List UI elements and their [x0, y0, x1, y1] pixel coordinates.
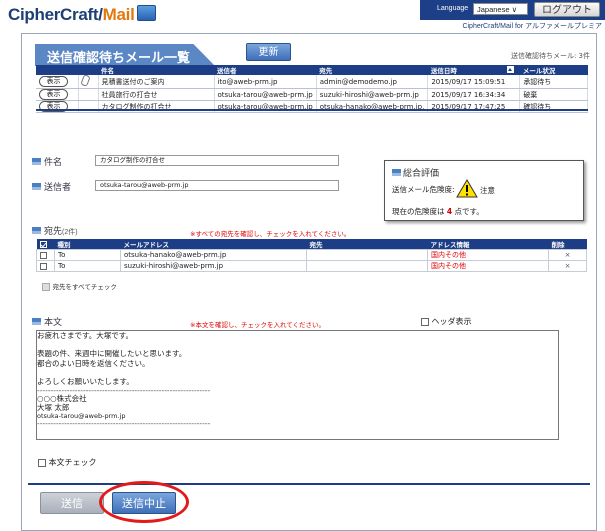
list-title: 送信確認待ちメール一覧 [47, 50, 191, 65]
col-type: 種別 [54, 239, 121, 250]
col-attach [78, 65, 98, 75]
paperclip-icon [79, 75, 91, 87]
row-status: 承認待ち [519, 75, 588, 89]
view-button[interactable]: 表示 [39, 76, 68, 87]
col-email: メールアドレス [120, 239, 307, 250]
body-line: 都合のよい日時を返信ください。 [37, 359, 150, 368]
sort-icon[interactable] [506, 65, 514, 73]
app-logo: CipherCraft/Mail [8, 5, 156, 25]
body-line: お疲れさまです。大塚です。 [37, 331, 133, 340]
view-button[interactable]: 表示 [39, 89, 68, 100]
check-all-checkbox[interactable] [42, 282, 50, 291]
evaluation-title: 総合評価 [403, 169, 440, 179]
table-row[interactable]: 表示 見積書送付のご案内 ito@aweb-prm.jp admin@demod… [36, 75, 588, 89]
table-row[interactable]: 表示 社員旅行の打合せ otsuka-tarou@aweb-prm.jp suz… [36, 88, 588, 101]
recipient-name [306, 260, 428, 272]
section-icon [32, 318, 41, 325]
footer-divider [28, 483, 590, 485]
subject-label: 件名 [44, 157, 63, 167]
row-status: 破棄 [519, 88, 588, 101]
message-body[interactable]: お疲れさまです。大塚です。 表題の件、来週中に開催したいと思います。 都合のよい… [36, 330, 559, 440]
col-delete: 削除 [548, 239, 587, 250]
list-count: 送信確認待ちメール: 3件 [510, 52, 590, 60]
table-row[interactable]: To suzuki-hiroshi@aweb-prm.jp 国内その他 × [36, 260, 587, 272]
col-view [36, 65, 78, 75]
recipient-address-info: 国内その他 [427, 260, 549, 272]
risk-score: 現在の危険度は 4 点です。 [392, 207, 484, 216]
col-name: 宛先 [306, 239, 428, 250]
recipient-name [306, 249, 428, 261]
body-line: 表題の件、来週中に開催したいと思います。 [37, 349, 187, 358]
logout-button[interactable]: ログアウト [534, 2, 600, 17]
row-sender: ito@aweb-prm.jp [214, 75, 317, 89]
language-select[interactable]: Japanese ∨ [473, 3, 528, 15]
risk-value: 注意 [480, 186, 495, 195]
recipient-type: To [54, 249, 121, 261]
body-line: 大塚 太郎 [37, 403, 70, 412]
select-all-checkbox[interactable] [39, 240, 47, 248]
recipient-checkbox[interactable] [40, 262, 47, 270]
row-subject: 見積書送付のご案内 [98, 75, 215, 89]
body-line: ○○○株式会社 [37, 394, 87, 403]
user-info: CipherCraft/Mail for アルファメールプレミア [462, 23, 602, 30]
sender-label: 送信者 [44, 182, 72, 192]
highlight-circle [99, 481, 189, 523]
body-line [37, 341, 558, 349]
send-button[interactable]: 送信 [40, 492, 104, 514]
col-sort[interactable] [503, 65, 520, 75]
check-all-label: 宛先をすべてチェック [52, 283, 117, 291]
recipients-label: 宛先(2件) [44, 226, 78, 236]
section-icon [32, 158, 41, 165]
recipients-table: 種別 メールアドレス 宛先 アドレス情報 削除 To otsuka-hanako… [36, 239, 587, 272]
body-check-label: 本文チェック [48, 458, 97, 467]
col-date: 送信日時 [427, 65, 504, 75]
sender-field: otsuka-tarou@aweb-prm.jp [95, 180, 339, 191]
score-number: 4 [446, 207, 453, 216]
col-subject: 件名 [98, 65, 214, 75]
header-toggle-label: ヘッダ表示 [431, 317, 472, 326]
section-icon [32, 227, 41, 234]
delete-icon[interactable]: × [548, 249, 587, 261]
row-to: suzuki-hiroshi@aweb-prm.jp [316, 88, 429, 101]
risk-label: 送信メール危険度: [392, 185, 455, 194]
col-sender: 送信者 [214, 65, 317, 75]
col-address-info: アドレス情報 [427, 239, 549, 250]
recipients-note: ※すべての宛先を確認し、チェックを入れてください。 [190, 230, 351, 238]
recipient-checkbox[interactable] [40, 251, 47, 259]
row-date: 2015/09/17 15:09:51 [427, 75, 521, 89]
list-divider [36, 109, 588, 111]
body-line: ----------------------------------------… [37, 386, 211, 395]
section-icon [32, 183, 41, 190]
warning-icon [456, 179, 478, 198]
body-check-checkbox[interactable] [38, 458, 46, 467]
col-to: 宛先 [316, 65, 428, 75]
row-date: 2015/09/17 16:34:34 [427, 88, 521, 101]
refresh-button[interactable]: 更新 [246, 43, 291, 61]
header-toggle[interactable]: ヘッダ表示 [421, 316, 472, 327]
header-toggle-checkbox[interactable] [421, 317, 429, 326]
check-all-row[interactable]: 宛先をすべてチェック [42, 281, 117, 291]
recipient-address-info: 国内その他 [427, 249, 549, 261]
recipient-email: otsuka-hanako@aweb-prm.jp [120, 249, 307, 261]
col-status: メール状況 [519, 65, 588, 75]
recipient-type: To [54, 260, 121, 272]
delete-icon[interactable]: × [548, 260, 587, 272]
language-label: Language [437, 5, 469, 12]
body-line [37, 369, 558, 377]
body-note: ※本文を確認し、チェックを入れてください。 [190, 321, 326, 329]
body-line: ----------------------------------------… [37, 419, 211, 428]
logo-icon [136, 5, 156, 21]
table-row[interactable]: To otsuka-hanako@aweb-prm.jp 国内その他 × [36, 249, 587, 261]
section-icon [392, 169, 401, 176]
row-subject: 社員旅行の打合せ [98, 88, 215, 101]
pending-mail-table: 件名 送信者 宛先 送信日時 メール状況 表示 見積書送付のご案内 ito@aw… [36, 65, 588, 113]
subject-field: カタログ制作の打合せ [95, 155, 339, 166]
body-check-row[interactable]: 本文チェック [38, 457, 97, 468]
recipient-email: suzuki-hiroshi@aweb-prm.jp [120, 260, 307, 272]
row-sender: otsuka-tarou@aweb-prm.jp [214, 88, 317, 101]
body-label: 本文 [44, 317, 63, 327]
row-to: admin@demodemo.jp [316, 75, 429, 89]
